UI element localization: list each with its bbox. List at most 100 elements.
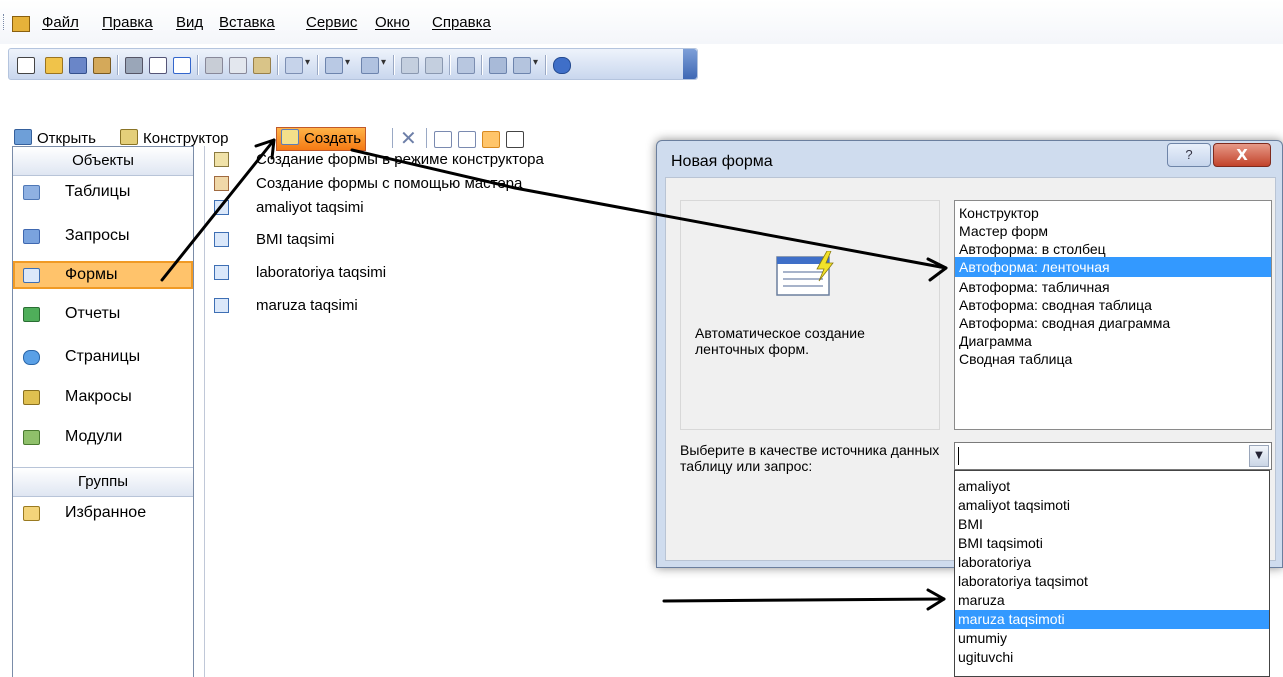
source-option[interactable]: laboratoriya — [955, 553, 1269, 572]
groups-header[interactable]: Группы — [13, 467, 193, 497]
toolbar-separator — [317, 55, 319, 75]
wizard-option[interactable]: Автоформа: в столбец — [955, 239, 1271, 259]
source-option-selected[interactable]: maruza taqsimoti — [955, 610, 1269, 629]
menu-window[interactable]: Окно — [375, 14, 410, 31]
list-item-label: Создание формы с помощью мастера — [256, 175, 523, 192]
source-option[interactable]: amaliyot — [955, 477, 1269, 496]
print-icon[interactable] — [125, 57, 143, 74]
toolbar-separator — [426, 128, 428, 148]
nav-label: Модули — [65, 428, 123, 445]
toolbar-separator — [197, 55, 199, 75]
wizard-form-icon — [214, 176, 229, 191]
tabular-form-icon — [776, 251, 834, 296]
toolbar-separator — [545, 55, 547, 75]
help-icon[interactable] — [553, 57, 571, 74]
nav-tables[interactable]: Таблицы — [13, 178, 193, 206]
details-view-icon[interactable] — [506, 131, 524, 148]
undo-icon[interactable] — [285, 57, 303, 74]
query-icon — [23, 229, 40, 244]
save-icon[interactable] — [69, 57, 87, 74]
app-icon[interactable] — [12, 16, 30, 32]
nav-label: Запросы — [65, 227, 130, 244]
source-option[interactable]: BMI — [955, 515, 1269, 534]
nav-modules[interactable]: Модули — [13, 423, 193, 451]
list-item-label: maruza taqsimi — [256, 297, 358, 314]
source-dropdown-list[interactable]: amaliyot amaliyot taqsimoti BMI BMI taqs… — [954, 470, 1270, 677]
wizard-option[interactable]: Автоформа: сводная таблица — [955, 295, 1271, 315]
properties-icon[interactable] — [457, 57, 475, 74]
nav-forms[interactable]: Формы — [13, 261, 193, 289]
source-option[interactable]: amaliyot taqsimoti — [955, 496, 1269, 515]
menu-help[interactable]: Справка — [432, 14, 491, 31]
analyze-dropdown-icon[interactable]: ▾ — [381, 57, 386, 68]
undo-dropdown-icon[interactable]: ▾ — [305, 57, 310, 68]
paste-icon[interactable] — [253, 57, 271, 74]
office-links-icon[interactable] — [325, 57, 343, 74]
list-item-label: laboratoriya taqsimi — [256, 264, 387, 281]
nav-pages[interactable]: Страницы — [13, 343, 193, 371]
nav-label: Макросы — [65, 388, 132, 405]
nav-queries[interactable]: Запросы — [13, 222, 193, 250]
script-editor-icon[interactable] — [425, 57, 443, 74]
new-file-icon[interactable] — [17, 57, 35, 74]
pane-divider[interactable] — [204, 146, 205, 677]
wizard-option[interactable]: Конструктор — [955, 203, 1271, 223]
source-combobox[interactable]: ▼ — [954, 442, 1272, 470]
toolbar-separator — [481, 55, 483, 75]
wizard-list[interactable]: Конструктор Мастер форм Автоформа: в сто… — [954, 200, 1272, 430]
source-option[interactable]: maruza — [955, 591, 1269, 610]
wizard-option[interactable]: Мастер форм — [955, 221, 1271, 241]
analyze-icon[interactable] — [361, 57, 379, 74]
nav-macros[interactable]: Макросы — [13, 383, 193, 411]
copy-icon[interactable] — [229, 57, 247, 74]
help-button[interactable]: ? — [1167, 143, 1211, 167]
design-label: Конструктор — [143, 130, 229, 147]
nav-favorites[interactable]: Избранное — [13, 499, 193, 527]
menu-file[interactable]: Файл — [42, 14, 79, 31]
menu-grip — [3, 14, 7, 30]
new-object-dropdown-icon[interactable]: ▾ — [533, 57, 538, 68]
spelling-icon[interactable] — [173, 57, 191, 74]
toolbar-options-icon[interactable] — [683, 49, 697, 79]
standard-toolbar: ▾ ▾ ▾ ▾ — [8, 48, 698, 80]
wizard-option[interactable]: Автоформа: сводная диаграмма — [955, 313, 1271, 333]
nav-label: Избранное — [65, 504, 147, 521]
menu-edit[interactable]: Правка — [102, 14, 153, 31]
delete-icon[interactable]: ✕ — [400, 128, 417, 150]
source-option[interactable]: umumiy — [955, 629, 1269, 648]
design-icon — [120, 129, 138, 145]
code-icon[interactable] — [401, 57, 419, 74]
close-button[interactable]: X — [1213, 143, 1271, 167]
large-icons-icon[interactable] — [434, 131, 452, 148]
source-option[interactable]: BMI taqsimoti — [955, 534, 1269, 553]
source-option[interactable]: laboratoriya taqsimot — [955, 572, 1269, 591]
wizard-option[interactable]: Диаграмма — [955, 331, 1271, 351]
wizard-option[interactable]: Автоформа: табличная — [955, 277, 1271, 297]
permissions-icon[interactable] — [93, 57, 111, 74]
wizard-option[interactable]: Сводная таблица — [955, 349, 1271, 369]
wizard-option-selected[interactable]: Автоформа: ленточная — [955, 257, 1271, 277]
toolbar-separator — [449, 55, 451, 75]
list-item-label: Создание формы в режиме конструктора — [256, 151, 544, 168]
open-folder-icon[interactable] — [45, 57, 63, 74]
arrowhead — [926, 588, 946, 611]
menu-insert[interactable]: Вставка — [219, 14, 275, 31]
print-preview-icon[interactable] — [149, 57, 167, 74]
menu-view[interactable]: Вид — [176, 14, 203, 31]
cut-icon[interactable] — [205, 57, 223, 74]
list-item-label: amaliyot taqsimi — [256, 199, 364, 216]
chevron-down-icon[interactable]: ▼ — [1249, 445, 1269, 467]
objects-header[interactable]: Объекты — [13, 147, 193, 176]
nav-reports[interactable]: Отчеты — [13, 300, 193, 328]
menu-bar: Файл Правка Вид Вставка Сервис Окно Спра… — [0, 0, 1283, 44]
small-icons-icon[interactable] — [458, 131, 476, 148]
source-option[interactable]: ugituvchi — [955, 648, 1269, 667]
nav-label: Таблицы — [65, 183, 131, 200]
nav-label: Формы — [65, 266, 118, 283]
menu-tools[interactable]: Сервис — [306, 14, 357, 31]
office-links-dropdown-icon[interactable]: ▾ — [345, 57, 350, 68]
new-object-icon[interactable] — [513, 57, 531, 74]
relationships-icon[interactable] — [489, 57, 507, 74]
nav-label: Отчеты — [65, 305, 121, 322]
list-view-icon[interactable] — [482, 131, 500, 148]
